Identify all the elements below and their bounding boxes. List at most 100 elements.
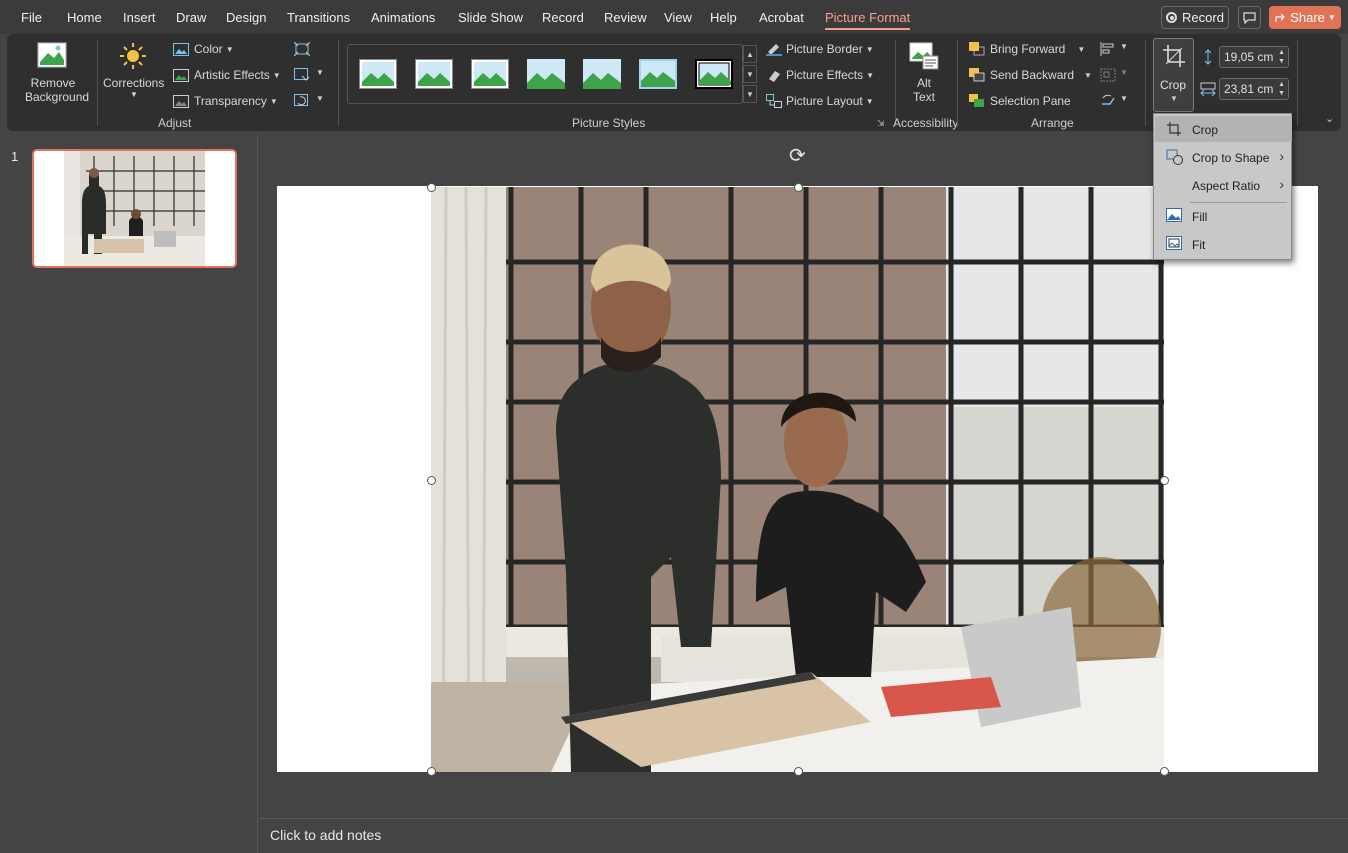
send-backward-button[interactable]: Send Backward ▼ xyxy=(969,68,1092,82)
color-button[interactable]: Color ▼ xyxy=(173,42,234,56)
remove-background-label-2: Background xyxy=(25,90,90,104)
gallery-scroll-down[interactable]: ▼ xyxy=(743,65,757,83)
tab-review[interactable]: Review xyxy=(604,10,647,25)
spin-icon[interactable]: ▲ ▼ xyxy=(1278,48,1285,66)
aspect-ratio-menu-item[interactable]: Aspect Ratio › xyxy=(1155,172,1292,198)
rotate-button[interactable]: ▼ xyxy=(1100,94,1128,108)
corrections-button[interactable] xyxy=(119,42,147,73)
tab-view[interactable]: View xyxy=(664,10,692,25)
send-backward-icon xyxy=(969,68,985,82)
picture-effects-button[interactable]: Picture Effects ▼ xyxy=(766,68,874,82)
adjust-group-label: Adjust xyxy=(158,116,192,130)
resize-handle-right[interactable] xyxy=(1160,476,1169,485)
tab-help[interactable]: Help xyxy=(710,10,737,25)
share-button[interactable]: Share ▼ xyxy=(1269,6,1341,29)
tab-acrobat[interactable]: Acrobat xyxy=(759,10,804,25)
alt-text-button[interactable] xyxy=(909,42,939,73)
chevron-down-icon: ▼ xyxy=(1120,68,1128,77)
picture-style-6[interactable] xyxy=(639,59,677,89)
corrections-label: Corrections xyxy=(103,76,165,90)
collapse-ribbon-icon[interactable]: ⌄ xyxy=(1325,112,1334,125)
resize-handle-left[interactable] xyxy=(427,476,436,485)
selection-pane-button[interactable]: Selection Pane xyxy=(969,94,1071,108)
share-icon xyxy=(1275,13,1286,22)
height-input[interactable]: 19,05 cm ▲ ▼ xyxy=(1219,46,1289,68)
chevron-down-icon: ▼ xyxy=(1170,94,1178,103)
resize-handle-bottom-right[interactable] xyxy=(1160,767,1169,776)
crop-icon xyxy=(1167,122,1181,136)
crop-to-shape-menu-label: Crop to Shape xyxy=(1192,151,1270,165)
picture-style-icon xyxy=(698,62,731,86)
height-icon xyxy=(1200,49,1216,68)
share-button-label: Share xyxy=(1290,10,1325,25)
tab-file[interactable]: File xyxy=(21,10,42,25)
remove-background-button[interactable] xyxy=(37,42,67,71)
dialog-launcher-icon[interactable]: ⇲ xyxy=(877,118,885,129)
tab-slide-show[interactable]: Slide Show xyxy=(458,10,523,25)
fill-icon xyxy=(1166,208,1182,222)
resize-handle-bottom[interactable] xyxy=(794,767,803,776)
selected-picture[interactable] xyxy=(431,187,1164,772)
alt-text-label-2: Text xyxy=(912,90,935,104)
chevron-down-icon: ▼ xyxy=(1120,94,1128,103)
compress-pictures-button[interactable] xyxy=(293,41,311,59)
group-button[interactable]: ▼ xyxy=(1100,68,1128,82)
fit-menu-item[interactable]: Fit xyxy=(1155,231,1292,257)
fill-menu-item[interactable]: Fill xyxy=(1155,203,1292,229)
tab-record[interactable]: Record xyxy=(542,10,584,25)
tab-insert[interactable]: Insert xyxy=(123,10,156,25)
crop-button[interactable]: Crop ▼ xyxy=(1153,38,1194,112)
bring-forward-icon xyxy=(969,42,985,56)
notes-placeholder: Click to add notes xyxy=(270,827,382,843)
height-value: 19,05 cm xyxy=(1224,50,1274,64)
crop-to-shape-menu-item[interactable]: Crop to Shape › xyxy=(1155,144,1292,170)
rotate-handle-icon[interactable]: ⟳ xyxy=(789,143,806,168)
selection-pane-label: Selection Pane xyxy=(990,94,1071,108)
tab-draw[interactable]: Draw xyxy=(176,10,206,25)
picture-style-3[interactable] xyxy=(471,59,509,89)
color-icon xyxy=(173,42,189,56)
alt-text-icon xyxy=(909,42,939,70)
resize-handle-top-left[interactable] xyxy=(427,183,436,192)
change-picture-button[interactable]: ▼ xyxy=(294,68,324,82)
width-value: 23,81 cm xyxy=(1224,82,1274,96)
record-button-label: Record xyxy=(1182,10,1224,25)
spin-icon[interactable]: ▲ ▼ xyxy=(1278,80,1285,98)
comments-button[interactable] xyxy=(1238,6,1261,29)
align-button[interactable]: ▼ xyxy=(1100,42,1128,56)
gallery-more-button[interactable]: ▼ xyxy=(743,85,757,103)
gallery-scroll-up[interactable]: ▲ xyxy=(743,45,757,63)
tab-animations[interactable]: Animations xyxy=(371,10,435,25)
picture-layout-button[interactable]: Picture Layout ▼ xyxy=(766,94,874,108)
resize-handle-top[interactable] xyxy=(794,183,803,192)
picture-border-icon xyxy=(766,44,782,56)
slide-thumbnail-image xyxy=(34,151,235,266)
picture-style-7[interactable] xyxy=(695,59,733,89)
artistic-effects-button[interactable]: Artistic Effects ▼ xyxy=(173,68,281,82)
bring-forward-button[interactable]: Bring Forward ▼ xyxy=(969,42,1085,56)
picture-layout-label: Picture Layout xyxy=(786,94,863,108)
reset-picture-button[interactable]: ▼ xyxy=(294,94,324,108)
crop-menu-item[interactable]: Crop xyxy=(1155,116,1292,142)
picture-style-4[interactable] xyxy=(527,59,565,89)
slide-thumbnail[interactable] xyxy=(32,149,237,268)
tab-transitions[interactable]: Transitions xyxy=(287,10,350,25)
picture-border-button[interactable]: Picture Border ▼ xyxy=(766,42,874,56)
tab-picture-format[interactable]: Picture Format xyxy=(825,10,911,30)
picture-effects-label: Picture Effects xyxy=(786,68,864,82)
sun-icon xyxy=(120,43,146,69)
tab-home[interactable]: Home xyxy=(67,10,102,25)
slide-thumbnail-pane: 1 xyxy=(0,135,258,853)
picture-style-2[interactable] xyxy=(415,59,453,89)
record-button[interactable]: Record xyxy=(1161,6,1229,29)
crop-to-shape-icon xyxy=(1166,149,1183,165)
picture-style-5[interactable] xyxy=(583,59,621,89)
picture-style-1[interactable] xyxy=(359,59,397,89)
picture-layout-icon xyxy=(766,94,782,108)
resize-handle-bottom-left[interactable] xyxy=(427,767,436,776)
tab-design[interactable]: Design xyxy=(226,10,266,25)
notes-pane[interactable]: Click to add notes xyxy=(259,818,1348,853)
record-icon xyxy=(1166,12,1178,23)
width-input[interactable]: 23,81 cm ▲ ▼ xyxy=(1219,78,1289,100)
transparency-button[interactable]: Transparency ▼ xyxy=(173,94,278,108)
